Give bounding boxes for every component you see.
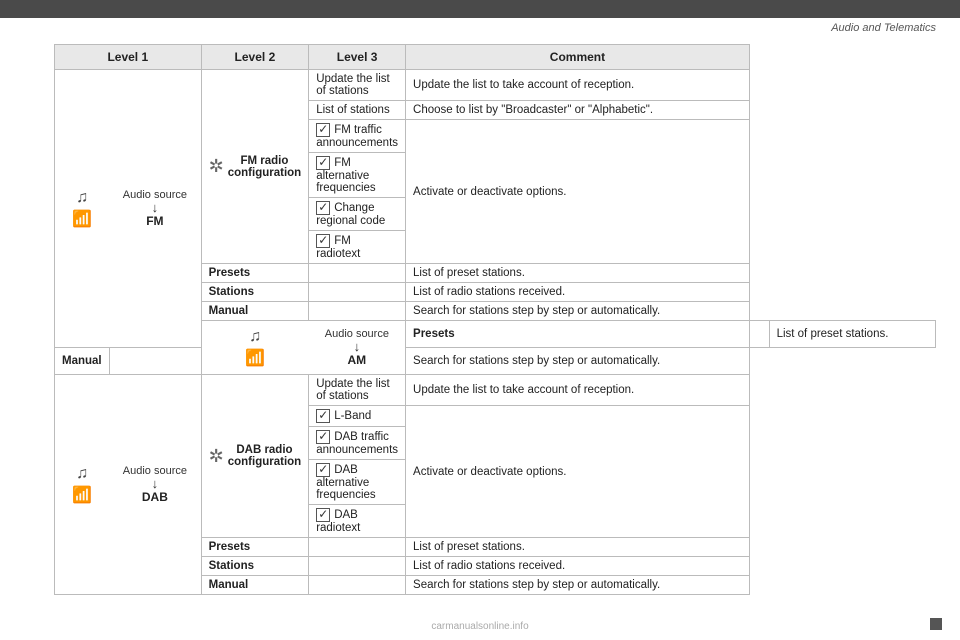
table-container: Level 1 Level 2 Level 3 Comment ♫ 📶 bbox=[54, 44, 936, 595]
comment-stations-fm: List of radio stations received. bbox=[406, 283, 750, 302]
checkbox-icon bbox=[316, 123, 330, 137]
checkbox-icon bbox=[316, 430, 330, 444]
table-row: Manual Search for stations step by step … bbox=[55, 348, 936, 375]
l3-update-dab: Update the list of stations bbox=[309, 375, 406, 406]
watermark: carmanualsonline.info bbox=[431, 621, 528, 632]
dab-source-cell: Audio source ↓ DAB bbox=[116, 461, 194, 508]
l3-radiotext-fm: FM radiotext bbox=[309, 231, 406, 264]
page: Audio and Telematics Level 1 Level 2 Lev… bbox=[0, 0, 960, 640]
comment-manual-dab: Search for stations step by step or auto… bbox=[406, 576, 750, 595]
l2-presets-am: Presets bbox=[406, 321, 750, 348]
comment-presets-am: List of preset stations. bbox=[769, 321, 935, 348]
checkbox-icon bbox=[316, 201, 330, 215]
music-icon-dab: ♫ bbox=[76, 465, 88, 483]
antenna-icon-am: 📶 bbox=[245, 348, 265, 368]
fm-label: FM bbox=[146, 214, 163, 228]
fm-source-cell: Audio source ↓ FM bbox=[116, 185, 194, 232]
l2-presets-dab: Presets bbox=[201, 538, 309, 557]
l3-manual-dab bbox=[309, 576, 406, 595]
comment-activate-dab: Activate or deactivate options. bbox=[406, 406, 750, 538]
l2-manual-dab: Manual bbox=[201, 576, 309, 595]
dab-arrow: ↓ bbox=[120, 477, 190, 490]
antenna-icon: 📶 bbox=[72, 209, 92, 229]
table-row: ♫ 📶 Audio source ↓ FM ✲ bbox=[55, 70, 936, 101]
comment-presets-fm: List of preset stations. bbox=[406, 264, 750, 283]
star-icon: ✲ bbox=[209, 156, 224, 177]
header-level3: Level 3 bbox=[309, 45, 406, 70]
dab-config-cell: ✲ DAB radioconfiguration bbox=[209, 442, 302, 470]
l3-regional-fm: Change regional code bbox=[309, 198, 406, 231]
comment-activate-fm: Activate or deactivate options. bbox=[406, 120, 750, 264]
am-arrow: ↓ bbox=[320, 340, 394, 353]
l3-traffic-dab: DAB traffic announcements bbox=[309, 427, 406, 460]
fm-icons: ♫ 📶 bbox=[62, 189, 102, 229]
checkbox-icon bbox=[316, 156, 330, 170]
comment-update-dab: Update the list to take account of recep… bbox=[406, 375, 750, 406]
comment-update-fm: Update the list to take account of recep… bbox=[406, 70, 750, 101]
l3-list-fm: List of stations bbox=[309, 101, 406, 120]
header-bar bbox=[0, 0, 960, 18]
l3-presets-dab bbox=[309, 538, 406, 557]
antenna-icon-dab: 📶 bbox=[72, 485, 92, 505]
l2-stations-dab: Stations bbox=[201, 557, 309, 576]
l3-traffic-fm: FM traffic announcements bbox=[309, 120, 406, 153]
checkbox-icon bbox=[316, 234, 330, 248]
l3-presets-fm bbox=[309, 264, 406, 283]
header-level1: Level 1 bbox=[55, 45, 202, 70]
star-icon-dab: ✲ bbox=[209, 446, 224, 467]
table-row: ♫ 📶 Audio source ↓ DAB ✲ bbox=[55, 375, 936, 406]
fm-arrow: ↓ bbox=[120, 201, 190, 214]
comment-manual-fm: Search for stations step by step or auto… bbox=[406, 302, 750, 321]
l3-radiotext-dab: DAB radiotext bbox=[309, 505, 406, 538]
l2-manual-am: Manual bbox=[55, 348, 110, 375]
header-comment: Comment bbox=[406, 45, 750, 70]
page-title: Audio and Telematics bbox=[0, 18, 960, 36]
l3-manual-fm bbox=[309, 302, 406, 321]
l2-stations-fm: Stations bbox=[201, 283, 309, 302]
bottom-bar-indicator bbox=[930, 618, 942, 630]
l3-stations-dab bbox=[309, 557, 406, 576]
am-source-cell: Audio source ↓ AM bbox=[316, 324, 398, 371]
checkbox-icon bbox=[316, 508, 330, 522]
comment-manual-am: Search for stations step by step or auto… bbox=[406, 348, 750, 375]
music-icon-am: ♫ bbox=[249, 328, 261, 346]
dab-config-label: DAB radioconfiguration bbox=[228, 444, 301, 468]
header-level2: Level 2 bbox=[201, 45, 309, 70]
l2-manual-fm: Manual bbox=[201, 302, 309, 321]
l3-update-fm: Update the list of stations bbox=[309, 70, 406, 101]
fm-config-cell: ✲ FM radioconfiguration bbox=[209, 153, 302, 181]
checkbox-icon bbox=[316, 409, 330, 423]
l3-manual-am bbox=[109, 348, 201, 375]
fm-config-label: FM radioconfiguration bbox=[228, 155, 301, 179]
l3-alt-freq-dab: DAB alternative frequencies bbox=[309, 460, 406, 505]
l3-presets-am bbox=[749, 321, 769, 348]
l2-presets-fm: Presets bbox=[201, 264, 309, 283]
comment-presets-dab: List of preset stations. bbox=[406, 538, 750, 557]
am-icons: ♫ 📶 bbox=[209, 328, 302, 368]
l3-stations-fm bbox=[309, 283, 406, 302]
dab-label: DAB bbox=[142, 490, 168, 504]
l3-alt-freq-fm: FM alternative frequencies bbox=[309, 153, 406, 198]
l3-lband-dab: L-Band bbox=[309, 406, 406, 427]
am-label: AM bbox=[348, 353, 367, 367]
comment-stations-dab: List of radio stations received. bbox=[406, 557, 750, 576]
main-table: Level 1 Level 2 Level 3 Comment ♫ 📶 bbox=[54, 44, 936, 595]
dab-icons: ♫ 📶 bbox=[62, 465, 102, 505]
comment-list-fm: Choose to list by "Broadcaster" or "Alph… bbox=[406, 101, 750, 120]
checkbox-icon bbox=[316, 463, 330, 477]
music-icon: ♫ bbox=[76, 189, 88, 207]
